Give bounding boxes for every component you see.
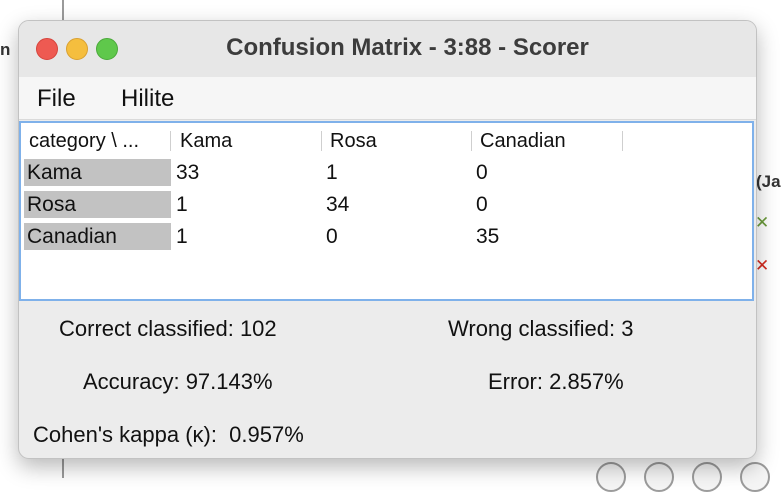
row-header-rosa[interactable]: Rosa bbox=[24, 191, 171, 218]
matrix-cell[interactable]: 1 bbox=[176, 191, 188, 218]
confusion-matrix-window: Confusion Matrix - 3:88 - Scorer File Hi… bbox=[18, 20, 757, 459]
correct-classified-label: Correct classified: 102 bbox=[59, 316, 277, 341]
column-header-rosa[interactable]: Rosa bbox=[330, 128, 377, 154]
row-header-canadian[interactable]: Canadian bbox=[24, 223, 171, 250]
matrix-cell[interactable]: 1 bbox=[326, 159, 338, 186]
confusion-matrix-table[interactable]: category \ ... Kama Rosa Canadian Kama 3… bbox=[19, 121, 754, 301]
canvas-node-label-fragment: n bbox=[0, 40, 11, 59]
matrix-cell[interactable]: 1 bbox=[176, 223, 188, 250]
matrix-cell[interactable]: 34 bbox=[326, 191, 349, 218]
menu-hilite[interactable]: Hilite bbox=[121, 85, 174, 113]
node-status-error-icon: ✕ bbox=[755, 213, 770, 233]
canvas-reset-button[interactable] bbox=[740, 462, 770, 492]
wrong-classified-label: Wrong classified: 3 bbox=[448, 316, 634, 341]
column-divider[interactable] bbox=[170, 131, 171, 151]
matrix-cell[interactable]: 35 bbox=[476, 223, 499, 250]
column-divider[interactable] bbox=[321, 131, 322, 151]
matrix-cell[interactable]: 0 bbox=[326, 223, 338, 250]
column-divider[interactable] bbox=[471, 131, 472, 151]
matrix-cell[interactable]: 0 bbox=[476, 191, 488, 218]
table-corner-header[interactable]: category \ ... bbox=[29, 128, 139, 154]
error-label: Error: 2.857% bbox=[488, 369, 624, 394]
canvas-configure-button[interactable] bbox=[596, 462, 626, 492]
matrix-cell[interactable]: 0 bbox=[476, 159, 488, 186]
canvas-connector-line bbox=[62, 0, 64, 20]
node-status-error-icon: ✕ bbox=[755, 256, 770, 276]
column-header-kama[interactable]: Kama bbox=[180, 128, 232, 154]
column-divider[interactable] bbox=[622, 131, 623, 151]
canvas-node-label-fragment: (Ja bbox=[756, 172, 781, 191]
title-bar[interactable]: Confusion Matrix - 3:88 - Scorer bbox=[19, 21, 756, 77]
canvas-cancel-button[interactable] bbox=[692, 462, 722, 492]
row-header-kama[interactable]: Kama bbox=[24, 159, 171, 186]
menu-file[interactable]: File bbox=[37, 85, 76, 113]
accuracy-label: Accuracy: 97.143% bbox=[83, 369, 273, 394]
menu-bar: File Hilite bbox=[19, 77, 756, 120]
column-header-canadian[interactable]: Canadian bbox=[480, 128, 566, 154]
canvas-execute-button[interactable] bbox=[644, 462, 674, 492]
matrix-cell[interactable]: 33 bbox=[176, 159, 199, 186]
window-title: Confusion Matrix - 3:88 - Scorer bbox=[226, 34, 589, 61]
cohens-kappa-label: Cohen's kappa (κ): 0.957% bbox=[33, 422, 304, 447]
canvas-connector-line bbox=[62, 456, 64, 478]
